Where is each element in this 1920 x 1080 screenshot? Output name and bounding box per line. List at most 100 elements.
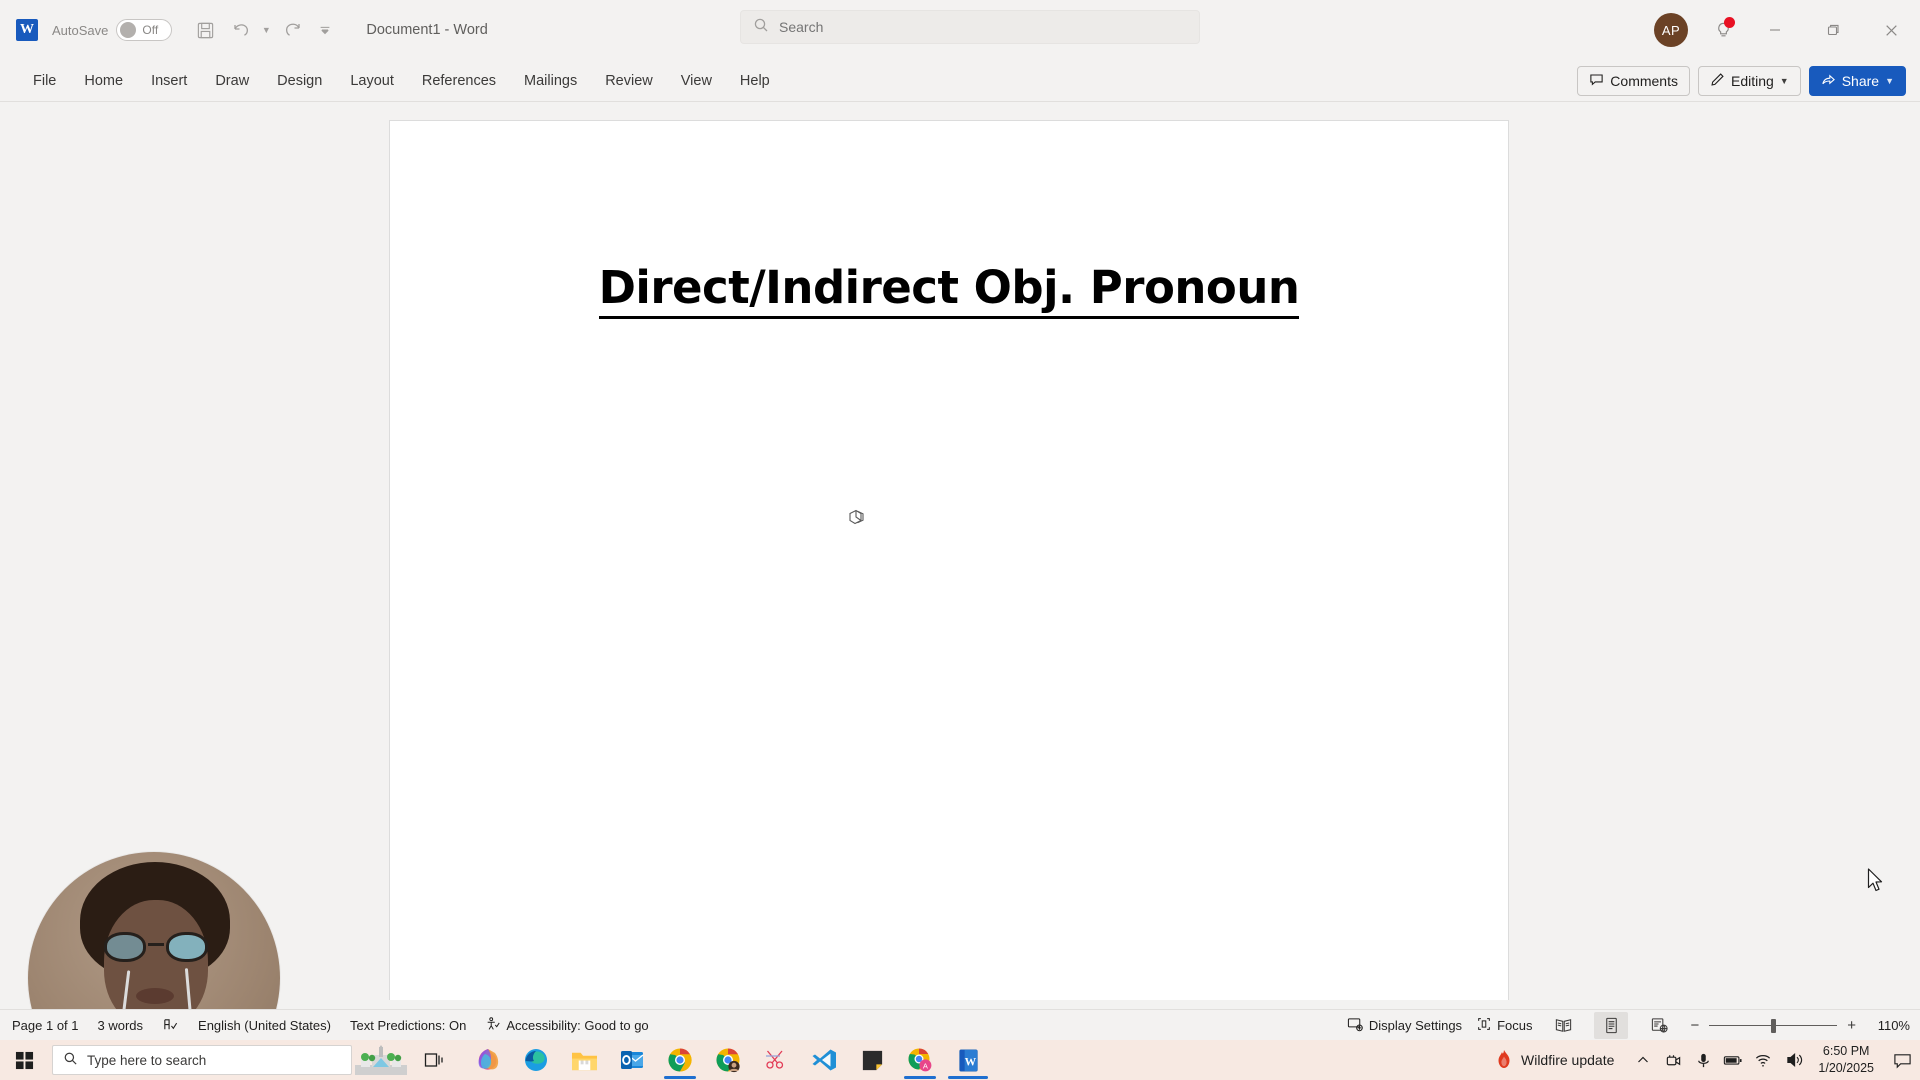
webcam-mouth — [136, 988, 174, 1004]
microphone-icon[interactable] — [1688, 1040, 1718, 1080]
customize-quick-access-icon[interactable] — [310, 13, 340, 47]
undo-dropdown-chevron-icon[interactable]: ▼ — [258, 13, 274, 47]
windows-start-icon[interactable] — [0, 1040, 48, 1080]
restore-button[interactable] — [1804, 0, 1862, 60]
action-center-icon[interactable] — [1884, 1040, 1920, 1080]
chrome-profile-icon[interactable] — [704, 1040, 752, 1080]
camera-icon[interactable] — [1658, 1040, 1688, 1080]
webcam-bubble[interactable] — [28, 852, 280, 1015]
visual-studio-code-icon[interactable] — [800, 1040, 848, 1080]
autosave-label: AutoSave — [52, 22, 109, 38]
status-bar-right: Display Settings Focus − + 110% — [1347, 1010, 1910, 1041]
share-icon — [1821, 72, 1836, 90]
focus-icon — [1476, 1016, 1492, 1035]
word-search-box[interactable] — [740, 10, 1200, 44]
taskbar-search-box[interactable]: Type here to search — [52, 1045, 352, 1075]
ribbon-tab-bar: File Home Insert Draw Design Layout Refe… — [0, 60, 1920, 102]
taskbar-clock[interactable]: 6:50 PM 1/20/2025 — [1818, 1043, 1874, 1077]
text-predictions-status[interactable]: Text Predictions: On — [350, 1018, 466, 1033]
tab-view[interactable]: View — [668, 68, 725, 94]
google-chrome-icon[interactable] — [656, 1040, 704, 1080]
microsoft-edge-icon[interactable] — [512, 1040, 560, 1080]
volume-icon[interactable] — [1778, 1040, 1812, 1080]
redo-icon[interactable] — [276, 13, 310, 47]
svg-text:A: A — [923, 1061, 928, 1070]
status-bar: Page 1 of 1 3 words English (United Stat… — [0, 1009, 1920, 1040]
show-hidden-icons-chevron[interactable] — [1628, 1040, 1658, 1080]
file-explorer-icon[interactable] — [560, 1040, 608, 1080]
comments-button[interactable]: Comments — [1577, 66, 1690, 96]
document-title: Document1 - Word — [366, 22, 488, 38]
webcam-glasses — [102, 932, 210, 962]
wifi-icon[interactable] — [1748, 1040, 1778, 1080]
undo-icon[interactable] — [224, 13, 258, 47]
search-icon — [63, 1051, 78, 1069]
flame-icon — [1495, 1049, 1513, 1072]
tab-home[interactable]: Home — [71, 68, 136, 94]
avatar-initials: AP — [1661, 22, 1681, 38]
zoom-level-label[interactable]: 110% — [1866, 1018, 1910, 1033]
tab-insert[interactable]: Insert — [138, 68, 200, 94]
taskbar-search-placeholder: Type here to search — [87, 1052, 207, 1068]
tab-help[interactable]: Help — [727, 68, 783, 94]
share-button[interactable]: Share ▼ — [1808, 66, 1906, 96]
focus-button[interactable]: Focus — [1476, 1016, 1532, 1035]
tab-draw[interactable]: Draw — [202, 68, 262, 94]
tab-file[interactable]: File — [20, 68, 69, 94]
title-bar: W AutoSave Off ▼ Document1 - Word Search… — [0, 0, 1920, 60]
display-settings-label: Display Settings — [1368, 1018, 1463, 1033]
outlook-icon[interactable] — [608, 1040, 656, 1080]
word-logo-icon[interactable]: W — [16, 19, 38, 41]
display-settings-button[interactable]: Display Settings — [1347, 1016, 1462, 1036]
notification-badge — [1724, 17, 1735, 28]
word-count-status[interactable]: 3 words — [98, 1018, 144, 1033]
save-icon[interactable] — [188, 13, 222, 47]
taskbar: Type here to search A W Wildfire update … — [0, 1040, 1920, 1080]
snipping-tool-icon[interactable] — [752, 1040, 800, 1080]
document-heading: Direct/Indirect Obj. Pronoun — [390, 261, 1508, 319]
tab-design[interactable]: Design — [264, 68, 335, 94]
chevron-down-icon[interactable]: ▼ — [1780, 76, 1789, 86]
tab-references[interactable]: References — [409, 68, 509, 94]
read-mode-view-button[interactable] — [1546, 1012, 1580, 1039]
battery-icon[interactable] — [1718, 1040, 1748, 1080]
zoom-slider[interactable] — [1709, 1018, 1838, 1033]
search-input[interactable] — [779, 19, 1159, 35]
chrome-profile-a-icon[interactable]: A — [896, 1040, 944, 1080]
document-heading-text: Direct/Indirect Obj. Pronoun — [598, 261, 1300, 319]
autosave-state-label: Off — [142, 23, 159, 37]
status-bar-left: Page 1 of 1 3 words English (United Stat… — [12, 1016, 649, 1035]
tab-review[interactable]: Review — [592, 68, 666, 94]
lightbulb-icon[interactable] — [1700, 9, 1746, 51]
tab-layout[interactable]: Layout — [337, 68, 407, 94]
zoom-slider-group[interactable]: − + 110% — [1690, 1017, 1910, 1034]
zoom-slider-thumb[interactable] — [1771, 1018, 1777, 1033]
zoom-in-button[interactable]: + — [1847, 1017, 1856, 1034]
chevron-down-icon[interactable]: ▼ — [1885, 76, 1894, 86]
minimize-button[interactable] — [1746, 0, 1804, 60]
word-icon[interactable]: W — [944, 1040, 992, 1080]
spelling-check-icon[interactable] — [162, 1017, 179, 1034]
document-page[interactable]: Direct/Indirect Obj. Pronoun — [389, 120, 1509, 1000]
avatar[interactable]: AP — [1654, 13, 1688, 47]
close-button[interactable] — [1862, 0, 1920, 60]
cortana-news-icon[interactable] — [352, 1040, 410, 1080]
tab-mailings[interactable]: Mailings — [511, 68, 590, 94]
autosave-toggle[interactable]: Off — [116, 19, 173, 41]
zoom-out-button[interactable]: − — [1690, 1017, 1699, 1034]
news-and-interests[interactable]: Wildfire update — [1495, 1049, 1614, 1072]
task-view-icon[interactable] — [410, 1040, 458, 1080]
svg-text:W: W — [964, 1056, 976, 1068]
web-layout-view-button[interactable] — [1642, 1012, 1676, 1039]
search-icon — [753, 17, 769, 38]
design-ideas-icon[interactable] — [845, 504, 871, 530]
microsoft-365-icon[interactable] — [464, 1040, 512, 1080]
language-status[interactable]: English (United States) — [198, 1018, 331, 1033]
focus-label: Focus — [1497, 1018, 1533, 1033]
print-layout-view-button[interactable] — [1594, 1012, 1629, 1039]
editing-mode-button[interactable]: Editing ▼ — [1697, 66, 1801, 96]
sticky-notes-icon[interactable] — [848, 1040, 896, 1080]
accessibility-status[interactable]: Accessibility: Good to go — [485, 1016, 649, 1035]
accessibility-label: Accessibility: Good to go — [506, 1017, 649, 1033]
page-number-status[interactable]: Page 1 of 1 — [12, 1018, 79, 1033]
